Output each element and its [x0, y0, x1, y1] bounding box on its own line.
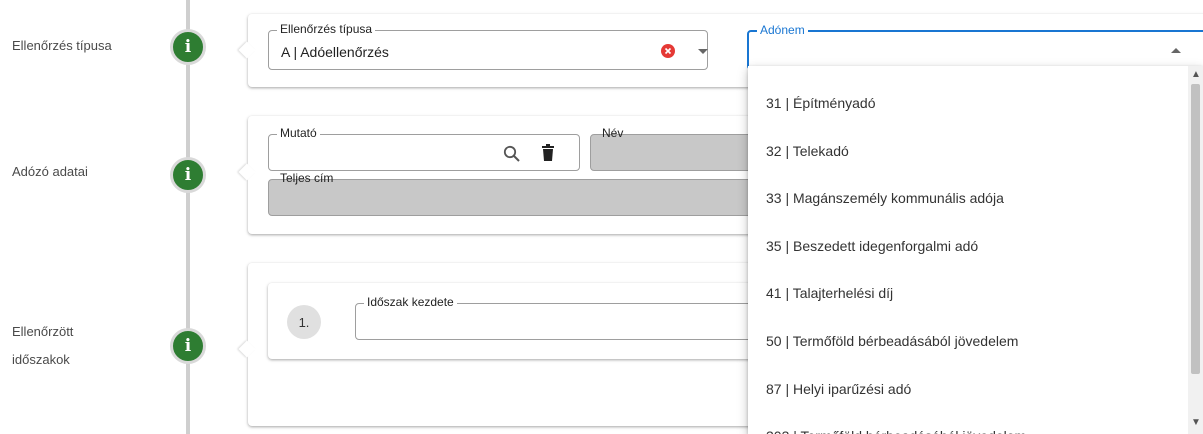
field-label: Időszak kezdete: [364, 295, 457, 309]
dropdown-scrollbar[interactable]: ▲ ▼: [1188, 66, 1203, 434]
info-icon[interactable]: i: [170, 29, 206, 65]
ellenorzes-tipusa-select[interactable]: Ellenőrzés típusa A | Adóellenőrzés: [268, 22, 709, 70]
dropdown-option[interactable]: 50 | Termőföld bérbeadásából jövedelem: [766, 331, 1018, 351]
step-label-adozo-adatai: Adózó adatai: [12, 164, 88, 179]
clear-circle-icon[interactable]: [661, 44, 675, 58]
dropdown-option[interactable]: 41 | Talajterhelési díj: [766, 283, 893, 303]
field-label: Teljes cím: [280, 171, 334, 185]
trash-icon[interactable]: [541, 144, 555, 161]
period-number-badge: 1.: [287, 305, 321, 339]
search-icon[interactable]: [503, 145, 520, 162]
idoszak-kezdete-field[interactable]: Időszak kezdete: [355, 295, 815, 340]
chevron-down-icon[interactable]: [697, 48, 709, 55]
card-pointer: [238, 340, 256, 358]
card-pointer: [238, 41, 256, 59]
field-label: Adónem: [757, 23, 808, 37]
scroll-up-arrow[interactable]: ▲: [1191, 70, 1201, 80]
field-value: A | Adóellenőrzés: [281, 44, 389, 60]
adonem-select[interactable]: Adónem: [747, 23, 1203, 70]
chevron-up-icon[interactable]: [1170, 47, 1182, 54]
step-label-ellenorzott-1: Ellenőrzött: [12, 324, 74, 339]
dropdown-option[interactable]: 35 | Beszedett idegenforgalmi adó: [766, 236, 978, 256]
scroll-down-arrow[interactable]: ▼: [1191, 418, 1201, 428]
field-label: Név: [602, 126, 624, 140]
adonem-dropdown-list[interactable]: 31 | Építményadó 32 | Telekadó 33 | Magá…: [748, 66, 1203, 434]
info-icon[interactable]: i: [170, 157, 206, 193]
dropdown-option[interactable]: 87 | Helyi iparűzési adó: [766, 379, 911, 399]
step-label-ellenorzes-tipusa: Ellenőrzés típusa: [12, 38, 112, 53]
scroll-thumb[interactable]: [1191, 84, 1200, 374]
timeline-line: [186, 0, 190, 434]
dropdown-option[interactable]: 31 | Építményadó: [766, 93, 875, 113]
step-label-ellenorzott-2: időszakok: [12, 352, 70, 367]
info-icon[interactable]: i: [170, 328, 206, 364]
field-label: Ellenőrzés típusa: [277, 22, 376, 36]
dropdown-option[interactable]: 32 | Telekadó: [766, 141, 849, 161]
card-pointer: [238, 163, 256, 181]
dropdown-option[interactable]: 33 | Magánszemély kommunális adója: [766, 188, 1004, 208]
field-label: Mutató: [277, 126, 320, 140]
mutato-field[interactable]: Mutató: [268, 126, 580, 171]
dropdown-option[interactable]: 303 | Termőföld bérbeadásából jövedelem: [766, 426, 1026, 434]
